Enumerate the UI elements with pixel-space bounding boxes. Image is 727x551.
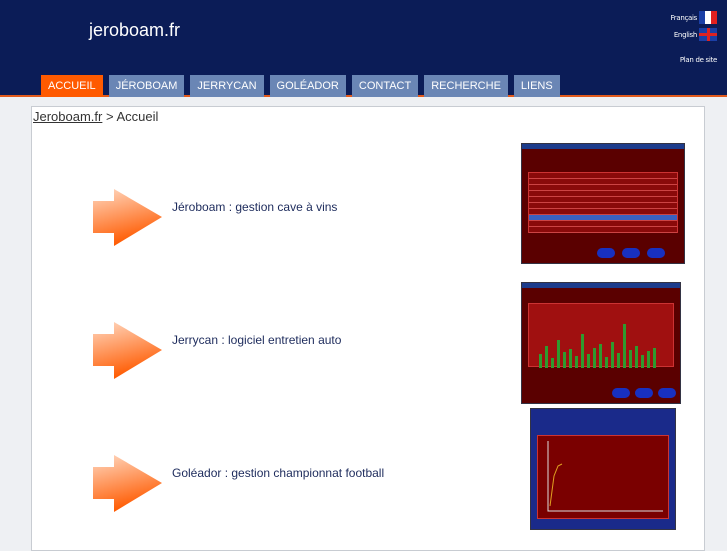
jerrycan-link[interactable]: Jerrycan : logiciel entretien auto xyxy=(172,333,341,347)
french-flag-icon xyxy=(699,11,717,24)
lang-label: English xyxy=(673,30,697,39)
chart-thumbnail xyxy=(539,324,656,368)
breadcrumb-separator: > xyxy=(102,109,117,124)
arrow-right-icon xyxy=(93,189,162,246)
product-item-jeroboam: Jéroboam : gestion cave à vins xyxy=(92,188,532,248)
arrow-right-icon xyxy=(93,455,162,512)
goleador-screenshot[interactable] xyxy=(530,408,676,530)
lang-label: Français xyxy=(670,13,698,22)
tab-jerrycan[interactable]: JERRYCAN xyxy=(190,75,264,97)
tab-goleador[interactable]: GOLÉADOR xyxy=(269,75,346,97)
main-nav: ACCUEIL JÉROBOAM JERRYCAN GOLÉADOR CONTA… xyxy=(41,75,560,97)
uk-flag-icon xyxy=(699,28,717,41)
tab-contact[interactable]: CONTACT xyxy=(351,75,419,97)
product-item-jerrycan: Jerrycan : logiciel entretien auto xyxy=(92,321,532,381)
tab-recherche[interactable]: RECHERCHE xyxy=(424,75,508,97)
jeroboam-link[interactable]: Jéroboam : gestion cave à vins xyxy=(172,200,337,214)
goleador-link[interactable]: Goléador : gestion championnat football xyxy=(172,466,384,480)
site-title: jeroboam.fr xyxy=(89,20,181,40)
jerrycan-screenshot[interactable] xyxy=(521,282,681,404)
jeroboam-screenshot[interactable] xyxy=(521,143,685,264)
arrow-right-icon xyxy=(93,322,162,379)
content-panel: Jeroboam.fr > Accueil Jéroboam : gestion… xyxy=(31,106,705,551)
breadcrumb-current: Accueil xyxy=(116,109,159,124)
sitemap-link[interactable]: Plan de site xyxy=(680,56,717,64)
lang-french-link[interactable]: Français xyxy=(671,11,717,24)
breadcrumb-home-link[interactable]: Jeroboam.fr xyxy=(33,109,102,124)
tab-jeroboam[interactable]: JÉROBOAM xyxy=(108,75,185,97)
header: jeroboam.fr Français English Plan de sit… xyxy=(0,0,727,97)
product-item-goleador: Goléador : gestion championnat football xyxy=(92,454,532,514)
lang-english-link[interactable]: English xyxy=(674,28,717,41)
tab-accueil[interactable]: ACCUEIL xyxy=(41,75,103,97)
breadcrumb: Jeroboam.fr > Accueil xyxy=(33,109,158,124)
chart-thumbnail xyxy=(547,441,663,512)
tab-liens[interactable]: LIENS xyxy=(513,75,560,97)
